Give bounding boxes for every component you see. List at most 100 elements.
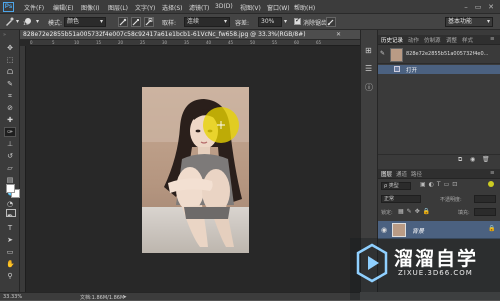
chevron-down-icon: ▾ [486, 18, 490, 25]
document-title: 828e72e2855b51a005732f4e007c58c92417a61e… [23, 31, 306, 38]
brush-dropdown-arrow-icon[interactable]: ▾ [36, 18, 39, 25]
ruler-tick: 0 [30, 40, 33, 45]
history-snapshot-row[interactable]: ✎ 828e72e2855b51a005732f4e0... [378, 46, 500, 64]
status-menu-arrow-icon[interactable]: ▸ [124, 294, 127, 300]
ruler-tick: 65 [316, 40, 322, 45]
gradient-tool-icon[interactable]: ▤ [6, 176, 14, 184]
eraser-tool-icon[interactable]: ▱ [6, 164, 14, 172]
properties-panel-icon[interactable]: ☰ [365, 64, 372, 73]
menu-help[interactable]: 帮助(H) [294, 3, 315, 12]
quick-mask-icon[interactable] [6, 209, 16, 217]
layer-thumbnail [392, 223, 406, 237]
fill-input[interactable] [474, 208, 496, 216]
opacity-input[interactable] [474, 195, 496, 203]
ruler-tick: 35 [184, 40, 190, 45]
zoom-tool-icon[interactable]: ⚲ [6, 272, 14, 280]
limits-value: 连续 [187, 18, 200, 25]
menu-select[interactable]: 选择(S) [162, 3, 183, 12]
chevron-down-icon: ▾ [99, 18, 103, 25]
crop-tool-icon[interactable]: ⌗ [6, 92, 14, 100]
tool-dropdown-arrow-icon[interactable]: ▾ [16, 18, 19, 25]
document-image[interactable] [142, 87, 249, 253]
visibility-eye-icon[interactable]: ◉ [381, 226, 387, 234]
brush-preset-picker[interactable]: 13 [23, 17, 35, 27]
menu-image[interactable]: 图像(I) [81, 3, 99, 12]
history-item[interactable]: 打开 [378, 65, 500, 74]
lock-icons[interactable]: ▦✎✥🔒 [398, 208, 433, 215]
tab-history[interactable]: 历史记录 [381, 36, 403, 44]
marquee-tool-icon[interactable]: ⬚ [6, 56, 14, 64]
ruler-tick: 60 [294, 40, 300, 45]
tab-actions[interactable]: 动作 [408, 36, 419, 44]
tab-styles[interactable]: 样式 [462, 36, 473, 44]
healing-brush-tool-icon[interactable]: ✚ [6, 116, 14, 124]
menu-type[interactable]: 文字(Y) [135, 3, 155, 12]
horizontal-ruler: 0 5 10 15 20 25 30 35 40 45 50 55 60 65 [30, 40, 360, 46]
sampling-continuous-icon[interactable] [118, 17, 128, 27]
tab-paths[interactable]: 路径 [411, 170, 422, 178]
history-footer: ⧉ ◉ 🗑 [378, 154, 500, 164]
mode-select[interactable]: 颜色 ▾ [64, 17, 106, 27]
pressure-size-icon[interactable] [326, 17, 336, 27]
move-tool-icon[interactable]: ✥ [6, 44, 14, 52]
ruler-tick: 40 [206, 40, 212, 45]
menu-layer[interactable]: 图层(L) [108, 3, 128, 12]
brush-size-value: 13 [23, 22, 29, 27]
path-select-tool-icon[interactable]: ➤ [6, 236, 14, 244]
tolerance-input[interactable]: 30% [258, 17, 282, 27]
tab-layers[interactable]: 图层 [381, 170, 392, 178]
clone-stamp-tool-icon[interactable]: ⊥ [6, 140, 14, 148]
layer-row[interactable]: ◉ 背景 🔒 [378, 221, 500, 239]
menu-filter[interactable]: 滤镜(T) [189, 3, 209, 12]
blend-mode-select[interactable]: 正常 [381, 195, 421, 203]
color-replacement-tool-icon[interactable]: ✑ [4, 127, 16, 137]
menu-bar: Ps 文件(F) 编辑(E) 图像(I) 图层(L) 文字(Y) 选择(S) 滤… [0, 0, 500, 14]
close-icon[interactable]: ✕ [487, 3, 495, 11]
tolerance-dropdown-icon[interactable]: ▾ [284, 18, 287, 25]
document-tab[interactable]: 828e72e2855b51a005732f4e007c58c92417a61e… [20, 30, 360, 40]
menu-3d[interactable]: 3D(D) [215, 3, 233, 10]
tab-adjustments[interactable]: 调整 [446, 36, 457, 44]
tools-panel: » ✥ ⬚ ᗝ ✎ ⌗ ⊘ ✚ ✑ ⊥ ↺ ▱ ▤ 💧 ◔ ✒ T ➤ ▭ ✋ … [0, 30, 20, 292]
quick-select-tool-icon[interactable]: ✎ [6, 80, 14, 88]
sampling-once-icon[interactable] [131, 17, 141, 27]
tolerance-label: 容差: [235, 20, 250, 27]
foreground-color-swatch[interactable] [6, 184, 15, 193]
shape-tool-icon[interactable]: ▭ [6, 248, 14, 256]
filter-toggle-icon[interactable] [488, 181, 494, 187]
ruler-tick: 25 [140, 40, 146, 45]
color-replacement-brush-icon[interactable] [4, 17, 14, 27]
layer-filter-select[interactable]: ρ 类型 [381, 182, 411, 190]
eyedropper-tool-icon[interactable]: ⊘ [6, 104, 14, 112]
tab-clone-source[interactable]: 仿制源 [424, 36, 441, 44]
lasso-tool-icon[interactable]: ᗝ [6, 68, 14, 76]
watermark-brand: 溜溜自学 [394, 248, 479, 270]
dodge-tool-icon[interactable]: ◔ [6, 200, 14, 208]
zoom-level[interactable]: 33.33% [3, 294, 22, 300]
maximize-icon[interactable]: ▭ [474, 3, 482, 11]
close-document-icon[interactable]: ✕ [336, 31, 341, 38]
limits-select[interactable]: 连续 ▾ [184, 17, 230, 27]
panel-menu-icon[interactable]: ≡ [490, 36, 495, 42]
menu-window[interactable]: 窗口(W) [267, 3, 290, 12]
layer-filter-icons[interactable]: ▣◐T▭⊡ [420, 181, 460, 188]
tab-channels[interactable]: 通道 [396, 170, 407, 178]
info-panel-icon[interactable]: ⓘ [365, 82, 373, 93]
workspace-switcher[interactable]: 基本功能 ▾ [445, 17, 493, 27]
hand-tool-icon[interactable]: ✋ [6, 260, 15, 268]
panel-menu-icon[interactable]: ≡ [490, 170, 495, 176]
menu-edit[interactable]: 编辑(E) [53, 3, 73, 12]
sampling-background-icon[interactable] [144, 17, 154, 27]
menu-file[interactable]: 文件(F) [24, 3, 44, 12]
type-tool-icon[interactable]: T [6, 224, 14, 232]
new-document-from-state-icon[interactable]: ⧉ [458, 156, 462, 164]
menu-view[interactable]: 视图(V) [240, 3, 261, 12]
toolbar-collapse-icon[interactable]: » [3, 32, 6, 38]
ruler-tick: 45 [228, 40, 234, 45]
history-panel-icon[interactable]: ⊞ [365, 46, 372, 55]
trash-icon[interactable]: 🗑 [482, 156, 490, 163]
history-brush-tool-icon[interactable]: ↺ [6, 152, 14, 160]
photoshop-logo: Ps [3, 2, 14, 12]
minimize-icon[interactable]: – [462, 3, 470, 11]
camera-icon[interactable]: ◉ [470, 156, 475, 163]
